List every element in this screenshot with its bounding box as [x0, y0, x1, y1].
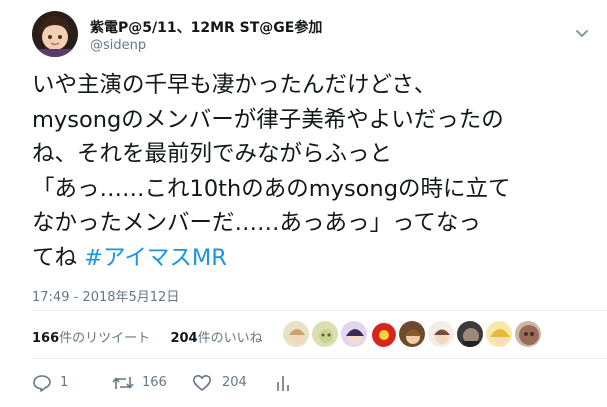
tweet-actions: 1 166 204 [0, 372, 607, 394]
tweet-text-line-prefix: てね [32, 244, 85, 271]
liker-avatar[interactable] [282, 320, 310, 348]
like-stat-count: 204 [170, 331, 198, 346]
tweet-text-line: 「あっ……これ10thのあのmysongの時に立て [32, 175, 511, 202]
tweet-timestamp[interactable]: 17:49 - 2018年5月12日 [32, 286, 179, 305]
tweet-text: いや主演の千早も凄かったんだけどさ、 mysongのメンバーが律子美希やよいだっ… [32, 68, 602, 275]
retweet-icon [112, 377, 134, 389]
liker-avatar[interactable] [514, 320, 542, 348]
like-stat-label: 件のいいね [197, 331, 263, 346]
heart-icon [193, 375, 211, 391]
retweet-stat-label: 件のリツイート [59, 331, 151, 346]
liker-avatar[interactable] [369, 320, 397, 348]
divider [32, 358, 607, 359]
reply-count: 1 [60, 375, 69, 390]
tweet-text-last-line: てね #アイマスMR [32, 241, 602, 276]
hashtag-link[interactable]: #アイマスMR [84, 245, 227, 271]
chevron-down-icon[interactable] [574, 25, 590, 38]
liker-avatar[interactable] [456, 320, 484, 348]
tweet-text-line: なかったメンバーだ……あっあっ」ってなっ [32, 210, 481, 236]
analytics-button[interactable] [275, 372, 295, 394]
reply-icon [33, 375, 51, 392]
liker-avatar[interactable] [398, 320, 426, 348]
like-button[interactable]: 204 [192, 372, 252, 394]
liker-avatar[interactable] [340, 320, 368, 348]
reply-button[interactable]: 1 [32, 372, 82, 394]
author-handle[interactable]: @sidenp [90, 38, 146, 53]
tweet-text-line: mysongのメンバーが律子美希やよいだったの [32, 106, 504, 133]
tweet-text-line: ね、それを最前列でみながらふっと [32, 141, 393, 167]
like-stat[interactable]: 204件のいいね [170, 331, 262, 346]
liker-avatar[interactable] [427, 320, 455, 348]
retweet-button[interactable]: 166 [112, 372, 172, 394]
tweet-text-line: いや主演の千早も凄かったんだけどさ、 [32, 72, 437, 98]
like-count: 204 [222, 375, 247, 390]
author-avatar[interactable] [32, 11, 78, 57]
retweet-stat-count: 166 [32, 331, 60, 346]
analytics-icon [277, 376, 289, 391]
divider [32, 310, 607, 311]
liker-avatar[interactable] [311, 320, 339, 348]
engagement-stats: 166件のリツイート 204件のいいね [32, 327, 263, 346]
author-display-name[interactable]: 紫電P@5/11、12MR ST@GE参加 [90, 17, 322, 37]
retweet-count: 166 [142, 375, 167, 390]
retweet-stat[interactable]: 166件のリツイート [32, 331, 150, 346]
liker-avatar[interactable] [485, 320, 513, 348]
